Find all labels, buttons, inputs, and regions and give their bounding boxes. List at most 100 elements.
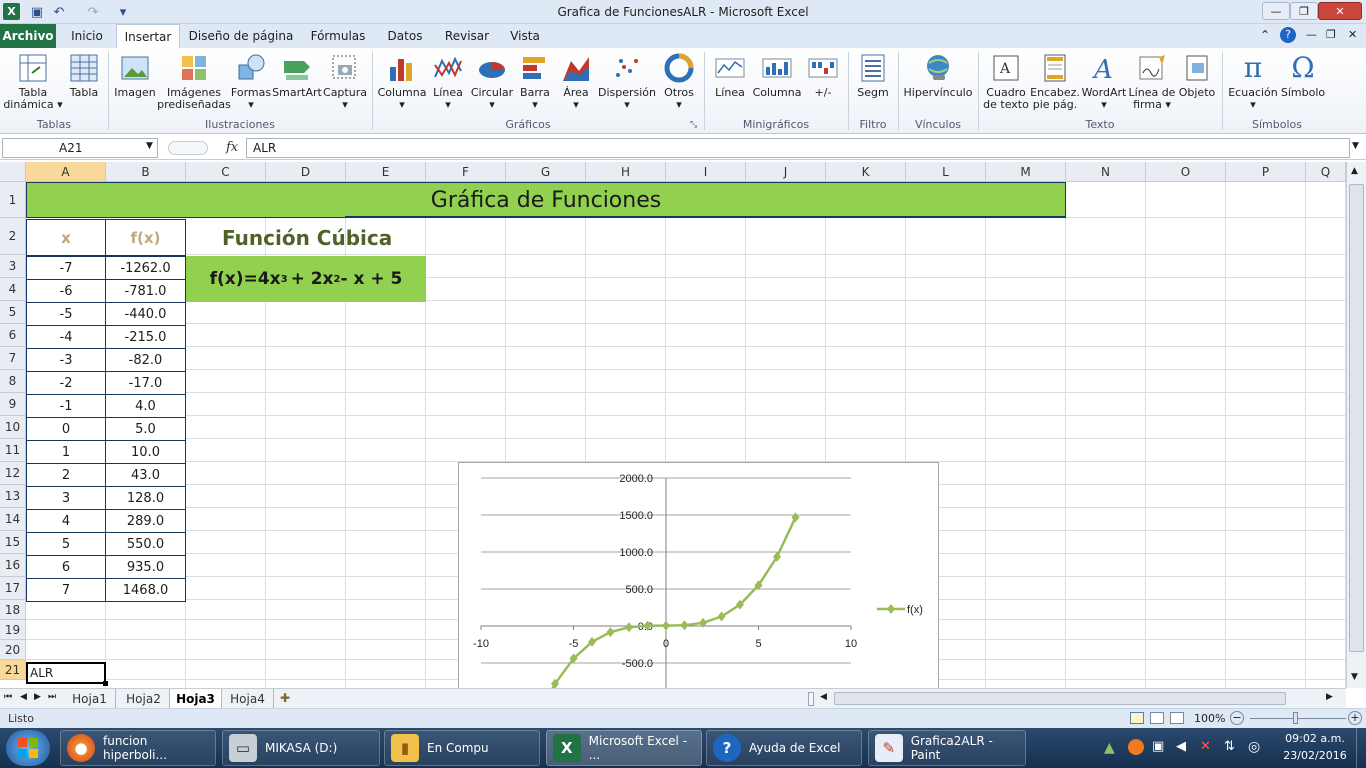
cell-fx[interactable]: -17.0: [105, 371, 186, 395]
tab-split-handle[interactable]: [808, 692, 814, 706]
sheet-tab-hoja4[interactable]: Hoja4: [222, 689, 274, 708]
cell-x[interactable]: 6: [26, 555, 106, 579]
cell-fx[interactable]: 128.0: [105, 486, 186, 510]
sparkline-column-button[interactable]: Columna: [752, 52, 802, 99]
cell-x[interactable]: 5: [26, 532, 106, 556]
cell-fx[interactable]: 5.0: [105, 417, 186, 441]
scatter-chart-button[interactable]: Dispersión ▾: [596, 52, 658, 111]
row-header-16[interactable]: 16: [0, 554, 26, 577]
worksheet-grid[interactable]: A B C D E F G H I J K L M N O P Q 1 2 3 4 5 6 7 8 9 10 11 12 13 14 15 16…: [0, 162, 1346, 688]
normal-view-icon[interactable]: [1130, 712, 1144, 724]
formula-input[interactable]: ALR: [246, 138, 1350, 158]
row-header-14[interactable]: 14: [0, 508, 26, 531]
symbol-button[interactable]: Ω Símbolo: [1280, 52, 1326, 99]
header-footer-button[interactable]: Encabez. pie pág.: [1030, 52, 1080, 111]
cell-x[interactable]: -6: [26, 279, 106, 303]
row-header-7[interactable]: 7: [0, 347, 26, 370]
scroll-down-icon[interactable]: ▼: [1351, 672, 1358, 682]
column-header-c[interactable]: C: [186, 162, 266, 182]
cell-x[interactable]: -2: [26, 371, 106, 395]
column-header-f[interactable]: F: [426, 162, 506, 182]
restore-button[interactable]: ❐: [1290, 2, 1318, 20]
column-header-n[interactable]: N: [1066, 162, 1146, 182]
row-header-9[interactable]: 9: [0, 393, 26, 416]
fx-button[interactable]: fx: [226, 140, 238, 155]
object-button[interactable]: Objeto: [1176, 52, 1218, 99]
cell-x[interactable]: -3: [26, 348, 106, 372]
bar-chart-button[interactable]: Barra ▾: [516, 52, 554, 111]
row-header-18[interactable]: 18: [0, 600, 26, 620]
cell-x[interactable]: 0: [26, 417, 106, 441]
workbook-restore-icon[interactable]: ❐: [1326, 28, 1336, 41]
cell-fx[interactable]: -215.0: [105, 325, 186, 349]
cell-fx[interactable]: 10.0: [105, 440, 186, 464]
column-header-a[interactable]: A: [26, 162, 106, 182]
header-x[interactable]: x: [26, 219, 106, 256]
minimize-button[interactable]: —: [1262, 2, 1290, 20]
tab-diseno-de-pagina[interactable]: Diseño de página: [184, 24, 298, 48]
minimize-ribbon-icon[interactable]: ⌃: [1260, 28, 1270, 42]
cell-x[interactable]: -7: [26, 256, 106, 280]
column-header-q[interactable]: Q: [1306, 162, 1346, 182]
sheet-tab-hoja1[interactable]: Hoja1: [64, 689, 116, 708]
cell-fx[interactable]: 935.0: [105, 555, 186, 579]
chart-funcion-cubica[interactable]: 2000.01500.01000.0500.00.0-500.0-1000.0-…: [458, 462, 939, 688]
cell-x[interactable]: 3: [26, 486, 106, 510]
wordart-button[interactable]: A WordArt ▾: [1080, 52, 1128, 111]
row-header-11[interactable]: 11: [0, 439, 26, 462]
pie-chart-button[interactable]: Circular ▾: [468, 52, 516, 111]
table-button[interactable]: Tabla: [64, 52, 104, 99]
zoom-out-icon[interactable]: −: [1230, 711, 1244, 725]
cell-a21-selected[interactable]: ALR: [26, 662, 106, 684]
tray-display-icon[interactable]: ▣: [1152, 739, 1164, 754]
clock-date[interactable]: 23/02/2016: [1278, 749, 1352, 762]
tab-revisar[interactable]: Revisar: [436, 24, 498, 48]
tray-network-icon[interactable]: ▲: [1104, 740, 1115, 756]
zoom-level[interactable]: 100%: [1194, 712, 1225, 725]
column-header-e[interactable]: E: [346, 162, 426, 182]
horizontal-scroll-thumb[interactable]: [834, 692, 1286, 705]
cell-x[interactable]: -1: [26, 394, 106, 418]
page-break-view-icon[interactable]: [1170, 712, 1184, 724]
row-header-1[interactable]: 1: [0, 182, 26, 218]
close-button[interactable]: ✕: [1318, 2, 1362, 20]
column-header-g[interactable]: G: [506, 162, 586, 182]
row-header-5[interactable]: 5: [0, 301, 26, 324]
fill-handle[interactable]: [103, 681, 108, 686]
cell-x[interactable]: 7: [26, 578, 106, 602]
cell-fx[interactable]: -82.0: [105, 348, 186, 372]
row-header-13[interactable]: 13: [0, 485, 26, 508]
show-desktop-button[interactable]: [1356, 728, 1366, 768]
banner-title[interactable]: Gráfica de Funciones: [26, 182, 1066, 218]
row-header-8[interactable]: 8: [0, 370, 26, 393]
textbox-button[interactable]: A Cuadro de texto: [982, 52, 1030, 111]
vertical-scrollbar[interactable]: ▲ ▼: [1346, 162, 1366, 688]
slicer-button[interactable]: Segm: [852, 52, 894, 99]
cell-x[interactable]: -4: [26, 325, 106, 349]
tray-sync-icon[interactable]: ⇅: [1224, 739, 1235, 754]
taskbar-item-paint[interactable]: ✎ Grafica2ALR - Paint: [868, 730, 1026, 766]
page-layout-view-icon[interactable]: [1150, 712, 1164, 724]
column-header-o[interactable]: O: [1146, 162, 1226, 182]
row-header-17[interactable]: 17: [0, 577, 26, 600]
row-header-3[interactable]: 3: [0, 255, 26, 278]
column-header-j[interactable]: J: [746, 162, 826, 182]
equation-button[interactable]: π Ecuación ▾: [1226, 52, 1280, 111]
customize-icon[interactable]: ▾: [114, 3, 132, 21]
other-charts-button[interactable]: Otros ▾: [658, 52, 700, 111]
column-header-m[interactable]: M: [986, 162, 1066, 182]
column-header-d[interactable]: D: [266, 162, 346, 182]
charts-dialog-launcher-icon[interactable]: ⤡: [690, 120, 697, 130]
cell-fx[interactable]: 550.0: [105, 532, 186, 556]
area-chart-button[interactable]: Área ▾: [556, 52, 596, 111]
undo-icon[interactable]: ↶: [50, 3, 68, 21]
cell-fx[interactable]: -781.0: [105, 279, 186, 303]
taskbar-item-help[interactable]: ? Ayuda de Excel: [706, 730, 862, 766]
expand-formula-bar-icon[interactable]: ▼: [1352, 141, 1359, 151]
column-header-b[interactable]: B: [106, 162, 186, 182]
row-header-20[interactable]: 20: [0, 640, 26, 660]
start-button[interactable]: [6, 730, 50, 766]
cell-fx[interactable]: 43.0: [105, 463, 186, 487]
next-sheet-icon[interactable]: ▶: [34, 692, 41, 702]
column-header-i[interactable]: I: [666, 162, 746, 182]
